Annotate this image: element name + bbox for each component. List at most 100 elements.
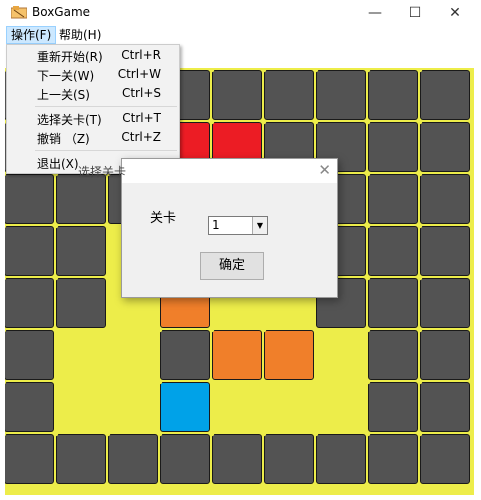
menu-item-shortcut: Ctrl+W bbox=[117, 67, 161, 81]
grid-dot bbox=[366, 120, 370, 124]
window-title: BoxGame bbox=[32, 5, 91, 19]
grid-dot bbox=[418, 276, 422, 280]
close-button[interactable]: ✕ bbox=[436, 0, 474, 26]
grid-dot bbox=[210, 328, 214, 332]
grid-dot bbox=[418, 120, 422, 124]
grid-dot bbox=[366, 68, 370, 72]
grid-dot bbox=[5, 484, 6, 488]
wall-tile bbox=[160, 330, 210, 380]
wall-tile bbox=[5, 382, 54, 432]
grid-dot bbox=[418, 172, 422, 176]
menu-item-next-level[interactable]: 下一关(W) Ctrl+W bbox=[7, 65, 179, 84]
grid-dot bbox=[262, 328, 266, 332]
grid-dot bbox=[262, 380, 266, 384]
grid-dot bbox=[366, 432, 370, 436]
wall-tile bbox=[264, 434, 314, 484]
menu-help[interactable]: 帮助(H) bbox=[55, 26, 105, 44]
grid-dot bbox=[470, 68, 474, 72]
menu-item-shortcut: Ctrl+T bbox=[122, 111, 161, 125]
menu-item-previous-level[interactable]: 上一关(S) Ctrl+S bbox=[7, 84, 179, 103]
grid-dot bbox=[314, 68, 318, 72]
menu-separator bbox=[35, 150, 177, 151]
level-select[interactable]: 1 ▼ bbox=[208, 216, 268, 235]
wall-tile bbox=[5, 174, 54, 224]
grid-dot bbox=[210, 380, 214, 384]
grid-dot bbox=[470, 432, 474, 436]
grid-dot bbox=[158, 484, 162, 488]
grid-dot bbox=[54, 432, 58, 436]
grid-dot bbox=[210, 432, 214, 436]
ok-button[interactable]: 确定 bbox=[200, 252, 264, 280]
window-titlebar[interactable]: BoxGame — ☐ ✕ bbox=[0, 0, 481, 26]
wall-tile bbox=[368, 382, 418, 432]
wall-tile bbox=[316, 70, 366, 120]
chevron-down-icon[interactable]: ▼ bbox=[252, 217, 267, 234]
grid-dot bbox=[106, 224, 110, 228]
menu-item-label: 上一关(S) bbox=[37, 88, 90, 102]
wall-tile bbox=[420, 174, 470, 224]
box-tile bbox=[264, 330, 314, 380]
menubar: 操作(F) 帮助(H) bbox=[0, 26, 481, 44]
grid-dot bbox=[470, 172, 474, 176]
dialog-titlebar[interactable]: 选择关卡 ✕ bbox=[78, 159, 337, 183]
wall-tile bbox=[368, 434, 418, 484]
grid-dot bbox=[210, 484, 214, 488]
grid-dot bbox=[470, 224, 474, 228]
dialog-close-button[interactable]: ✕ bbox=[318, 161, 331, 179]
wall-tile bbox=[420, 330, 470, 380]
menu-separator bbox=[35, 106, 177, 107]
wall-tile bbox=[420, 382, 470, 432]
wall-tile bbox=[212, 434, 262, 484]
wall-tile bbox=[368, 70, 418, 120]
grid-dot bbox=[54, 484, 58, 488]
wall-tile bbox=[56, 278, 106, 328]
menu-item-label: 撤销 （Z) bbox=[37, 132, 90, 146]
select-level-dialog: 选择关卡 ✕ 关卡 1 ▼ 确定 bbox=[78, 158, 338, 298]
grid-dot bbox=[262, 432, 266, 436]
grid-dot bbox=[366, 172, 370, 176]
menu-item-undo[interactable]: 撤销 （Z) Ctrl+Z bbox=[7, 128, 179, 147]
wall-tile bbox=[212, 70, 262, 120]
wall-tile bbox=[368, 278, 418, 328]
menu-item-shortcut: Ctrl+S bbox=[121, 86, 161, 100]
menu-operation[interactable]: 操作(F) bbox=[6, 26, 57, 44]
grid-dot bbox=[470, 328, 474, 332]
menu-item-shortcut: Ctrl+Z bbox=[121, 130, 161, 144]
grid-dot bbox=[5, 276, 6, 280]
grid-dot bbox=[470, 276, 474, 280]
wall-tile bbox=[5, 278, 54, 328]
menu-item-restart[interactable]: 重新开始(R) Ctrl+R bbox=[7, 46, 179, 65]
wall-tile bbox=[5, 226, 54, 276]
grid-dot bbox=[366, 484, 370, 488]
wall-tile bbox=[108, 434, 158, 484]
grid-dot bbox=[314, 432, 318, 436]
minimize-button[interactable]: — bbox=[356, 0, 394, 26]
grid-dot bbox=[5, 224, 6, 228]
operation-menu: 重新开始(R) Ctrl+R 下一关(W) Ctrl+W 上一关(S) Ctrl… bbox=[6, 44, 180, 174]
wall-tile bbox=[368, 226, 418, 276]
wall-tile bbox=[316, 434, 366, 484]
grid-dot bbox=[262, 120, 266, 124]
grid-dot bbox=[366, 276, 370, 280]
grid-dot bbox=[54, 276, 58, 280]
wall-tile bbox=[5, 434, 54, 484]
grid-dot bbox=[314, 328, 318, 332]
grid-dot bbox=[210, 68, 214, 72]
grid-dot bbox=[470, 484, 474, 488]
grid-dot bbox=[106, 276, 110, 280]
grid-dot bbox=[418, 432, 422, 436]
maximize-button[interactable]: ☐ bbox=[396, 0, 434, 26]
wall-tile bbox=[56, 226, 106, 276]
grid-dot bbox=[314, 484, 318, 488]
grid-dot bbox=[314, 120, 318, 124]
wall-tile bbox=[368, 330, 418, 380]
app-icon bbox=[11, 6, 27, 19]
wall-tile bbox=[420, 70, 470, 120]
wall-tile bbox=[368, 174, 418, 224]
grid-dot bbox=[314, 380, 318, 384]
level-select-value: 1 bbox=[212, 218, 220, 232]
menu-item-select-level[interactable]: 选择关卡(T) Ctrl+T bbox=[7, 109, 179, 128]
grid-dot bbox=[5, 380, 6, 384]
grid-dot bbox=[418, 68, 422, 72]
menu-item-label: 下一关(W) bbox=[37, 69, 95, 83]
